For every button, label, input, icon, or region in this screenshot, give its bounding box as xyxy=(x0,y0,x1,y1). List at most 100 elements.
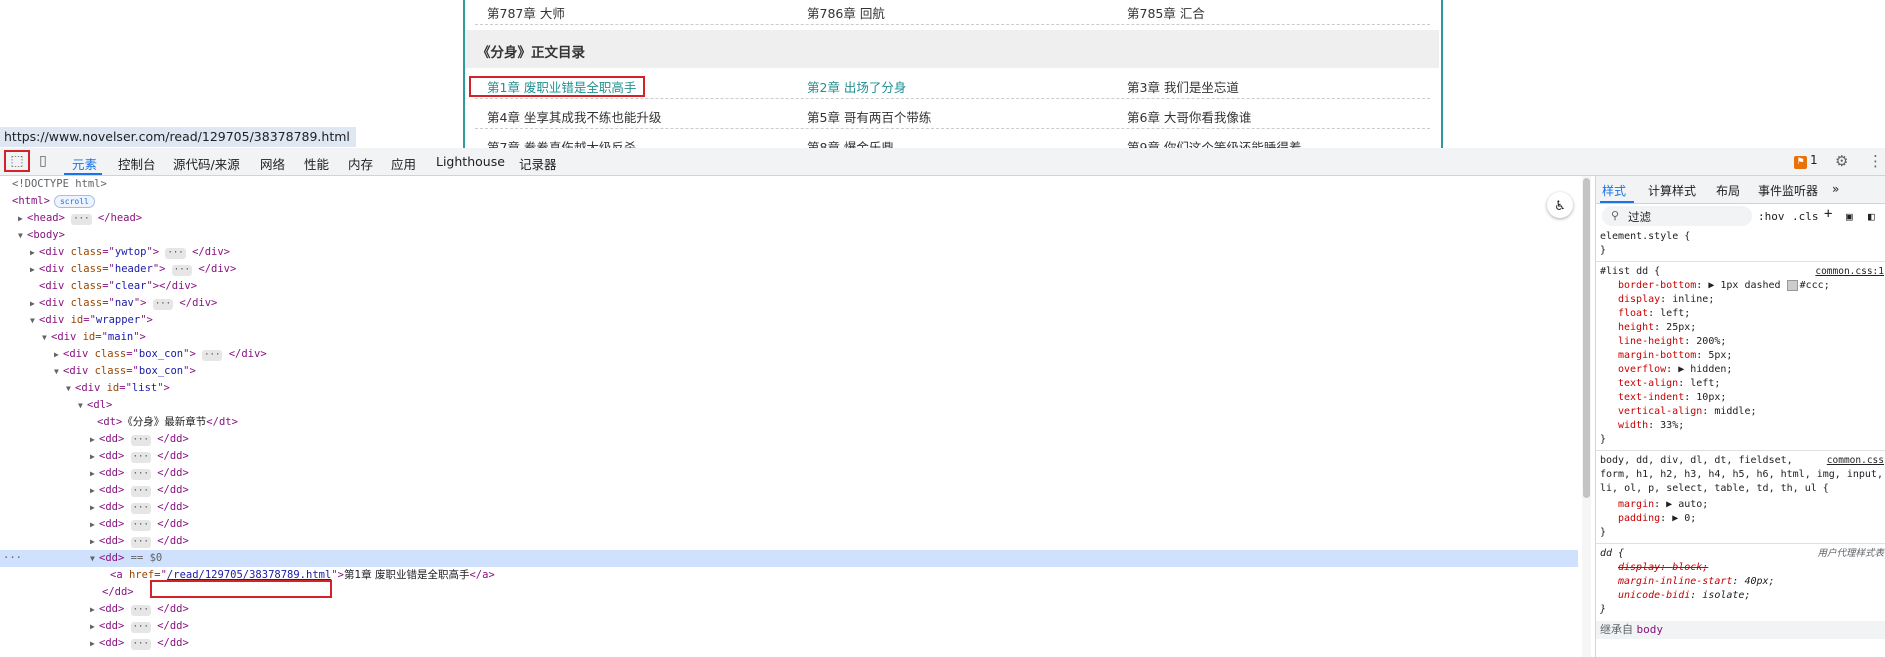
chapter-link[interactable]: 第6章 大哥你看我像谁 xyxy=(1127,107,1251,126)
toggle-sidebar-icon[interactable]: ◧ xyxy=(1868,210,1875,223)
chapter-link[interactable]: 第787章 大师 xyxy=(487,3,565,22)
dom-node[interactable]: ▶ <dd> ··· </dd> xyxy=(0,516,1578,533)
collapse-triangle-icon[interactable]: ▼ xyxy=(90,550,99,567)
dom-node[interactable]: ▶ <dd> ··· </dd> xyxy=(0,448,1578,465)
expand-triangle-icon[interactable]: ▶ xyxy=(90,618,99,635)
style-property[interactable]: vertical-align: middle; xyxy=(1618,405,1885,419)
inspect-element-icon[interactable]: ⬚ xyxy=(8,153,26,169)
style-property[interactable]: display: inline; xyxy=(1618,293,1885,307)
chapter-link[interactable]: 第5章 哥有两百个带练 xyxy=(807,107,931,126)
collapse-triangle-icon[interactable]: ▼ xyxy=(30,312,39,329)
ellipsis-icon[interactable]: ··· xyxy=(130,605,151,616)
style-property[interactable]: border-bottom: ▶ 1px dashed #ccc; xyxy=(1618,279,1885,293)
dom-node[interactable]: ▶ <div class="header"> ··· </div> xyxy=(0,261,1578,278)
selected-dom-node[interactable]: ··· ▼ <dd> == $0 xyxy=(0,550,1578,567)
accessibility-icon[interactable]: ♿ xyxy=(1547,192,1573,218)
ellipsis-icon[interactable]: ··· xyxy=(71,214,92,225)
expand-triangle-icon[interactable]: ▶ xyxy=(30,261,39,278)
ellipsis-icon[interactable]: ··· xyxy=(152,299,174,310)
dom-node[interactable]: ▶ <div class="nav"> ··· </div> xyxy=(0,295,1578,312)
tab-layout[interactable]: 布局 xyxy=(1716,182,1740,199)
dom-node[interactable]: ▶ <dd> ··· </dd> xyxy=(0,635,1578,652)
issues-button[interactable]: ⚑ 1 xyxy=(1794,153,1818,169)
expand-triangle-icon[interactable]: ▶ xyxy=(90,482,99,499)
rule-selector[interactable]: body, dd, div, dl, dt, fieldset, common.c… xyxy=(1600,454,1884,468)
style-property[interactable]: margin-bottom: 5px; xyxy=(1618,349,1885,363)
dom-node[interactable]: ▼ <div class="box_con"> xyxy=(0,363,1578,380)
dom-node[interactable]: ▶ <dd> ··· </dd> xyxy=(0,601,1578,618)
tab-performance[interactable]: 性能 xyxy=(304,154,329,173)
dom-node[interactable]: ▼ <div id="wrapper"> xyxy=(0,312,1578,329)
tab-application[interactable]: 应用 xyxy=(391,154,416,173)
cls-toggle[interactable]: .cls xyxy=(1792,210,1819,223)
tab-recorder[interactable]: 记录器 xyxy=(519,154,557,173)
ellipsis-icon[interactable]: ··· xyxy=(130,520,151,531)
scroll-badge[interactable]: scroll xyxy=(53,195,95,208)
tab-elements[interactable]: 元素 xyxy=(72,154,97,173)
expand-triangle-icon[interactable]: ▶ xyxy=(90,431,99,448)
rule-selector[interactable]: #list dd {common.css:1 xyxy=(1600,265,1884,279)
style-property[interactable]: margin: ▶ auto; xyxy=(1618,498,1885,512)
tab-network[interactable]: 网络 xyxy=(260,154,285,173)
chapter-link[interactable]: 第4章 坐享其成我不练也能升级 xyxy=(487,107,661,126)
source-link[interactable]: common.css xyxy=(1827,454,1884,468)
chapter-link[interactable]: 第3章 我们是坐忘道 xyxy=(1127,77,1239,96)
chapter-link[interactable]: 第9章 你们这个等级还能睡得着 xyxy=(1127,137,1301,148)
tab-sources[interactable]: 源代码/来源 xyxy=(173,154,240,173)
ellipsis-icon[interactable]: ··· xyxy=(130,639,151,650)
dom-node[interactable]: ▶ <dd> ··· </dd> xyxy=(0,499,1578,516)
dom-node[interactable]: ▼ <div id="list"> xyxy=(0,380,1578,397)
dom-node[interactable]: ▶ <dd> ··· </dd> xyxy=(0,618,1578,635)
more-tabs-icon[interactable]: » xyxy=(1832,182,1839,196)
style-property[interactable]: overflow: ▶ hidden; xyxy=(1618,363,1885,377)
chapter-link[interactable]: 第7章 拳拳真伤越大级反杀 xyxy=(487,137,636,148)
collapse-triangle-icon[interactable]: ▼ xyxy=(42,329,51,346)
expand-triangle-icon[interactable]: ▶ xyxy=(18,210,27,227)
dom-node[interactable]: <html> scroll xyxy=(0,193,1578,210)
dom-node[interactable]: ▶ <dd> ··· </dd> xyxy=(0,465,1578,482)
chapter-link[interactable]: 第785章 汇合 xyxy=(1127,3,1205,22)
ellipsis-icon[interactable]: ··· xyxy=(130,435,151,446)
ellipsis-icon[interactable]: ··· xyxy=(130,622,151,633)
expand-triangle-icon[interactable]: ▶ xyxy=(90,516,99,533)
dom-node[interactable]: ▶ <div class="ywtop"> ··· </div> xyxy=(0,244,1578,261)
expand-triangle-icon[interactable]: ▶ xyxy=(30,295,39,312)
chapter-link[interactable]: 第2章 出场了分身 xyxy=(807,77,906,96)
format-painter-icon[interactable]: ▣ xyxy=(1846,210,1853,223)
expand-triangle-icon[interactable]: ▶ xyxy=(30,244,39,261)
dom-node[interactable]: ▶ <div class="box_con"> ··· </div> xyxy=(0,346,1578,363)
tab-console[interactable]: 控制台 xyxy=(118,154,156,173)
dom-node[interactable]: ▼ <body> xyxy=(0,227,1578,244)
source-link[interactable]: common.css:1 xyxy=(1815,265,1884,279)
ellipsis-icon[interactable]: ··· xyxy=(130,537,151,548)
collapse-triangle-icon[interactable]: ▼ xyxy=(66,380,75,397)
device-toolbar-icon[interactable]: ▯ xyxy=(34,153,52,169)
color-swatch[interactable] xyxy=(1786,279,1798,291)
dom-node[interactable]: <div class="clear"></div> xyxy=(0,278,1578,295)
expand-triangle-icon[interactable]: ▶ xyxy=(90,601,99,618)
collapse-triangle-icon[interactable]: ▼ xyxy=(18,227,27,244)
more-options-icon[interactable]: ⋮ xyxy=(1868,152,1883,170)
expand-triangle-icon[interactable]: ▶ xyxy=(54,346,63,363)
tab-event-listeners[interactable]: 事件监听器 xyxy=(1758,182,1818,199)
filter-input[interactable]: ⚲ 过滤 xyxy=(1602,206,1752,226)
ellipsis-icon[interactable]: ··· xyxy=(202,350,223,361)
dom-node[interactable]: ▶ <dd> ··· </dd> xyxy=(0,533,1578,550)
style-property[interactable]: width: 33%; xyxy=(1618,419,1885,433)
new-rule-icon[interactable]: + xyxy=(1824,206,1832,222)
chapter-link[interactable]: 第786章 回航 xyxy=(807,3,885,22)
expand-triangle-icon[interactable]: ▶ xyxy=(90,635,99,652)
dom-node[interactable]: <dt>《分身》最新章节</dt> xyxy=(0,414,1578,431)
scrollbar-thumb[interactable] xyxy=(1583,178,1590,498)
dom-node[interactable]: ▼ <div id="main"> xyxy=(0,329,1578,346)
ellipsis-icon[interactable]: ··· xyxy=(130,486,151,497)
expand-triangle-icon[interactable]: ▶ xyxy=(90,533,99,550)
ellipsis-icon[interactable]: ··· xyxy=(130,503,151,514)
hov-toggle[interactable]: :hov xyxy=(1758,210,1785,223)
dom-node[interactable]: ▼ <dl> xyxy=(0,397,1578,414)
expand-triangle-icon[interactable]: ▶ xyxy=(90,499,99,516)
ellipsis-icon[interactable]: ··· xyxy=(130,452,151,463)
style-property[interactable]: float: left; xyxy=(1618,307,1885,321)
dom-node[interactable]: ▶ <head> ··· </head> xyxy=(0,210,1578,227)
ellipsis-icon[interactable]: ··· xyxy=(171,265,193,276)
